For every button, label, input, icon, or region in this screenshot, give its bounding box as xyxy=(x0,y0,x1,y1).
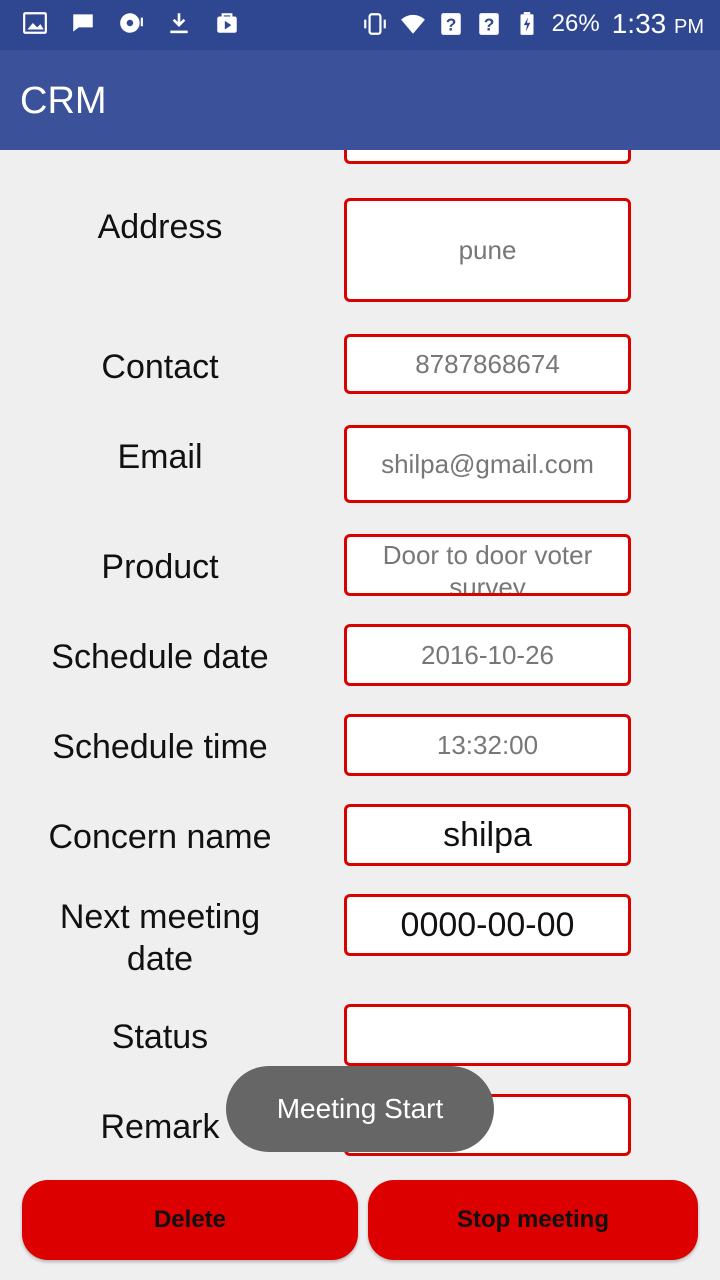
address-label: Address xyxy=(97,208,223,246)
contact-field[interactable]: 8787868674 xyxy=(344,334,631,394)
signal-unknown-icon: ? xyxy=(476,11,502,37)
svg-text:?: ? xyxy=(483,15,494,35)
schedule-date-field[interactable]: 2016-10-26 xyxy=(344,624,631,686)
app-bar: CRM xyxy=(0,50,720,150)
next-meeting-date-label-line1: Next meeting xyxy=(59,898,261,936)
battery-charging-icon xyxy=(514,11,540,37)
disc-icon xyxy=(118,10,144,36)
product-field[interactable]: Door to door voter survey xyxy=(344,534,631,596)
stop-meeting-button[interactable]: Stop meeting xyxy=(368,1180,698,1260)
schedule-date-label: Schedule date xyxy=(51,638,269,676)
previous-field[interactable] xyxy=(344,150,631,164)
next-meeting-date-field[interactable]: 0000-00-00 xyxy=(344,894,631,956)
schedule-time-label: Schedule time xyxy=(52,728,268,766)
email-label: Email xyxy=(117,438,203,476)
toast-message: Meeting Start xyxy=(226,1066,494,1152)
next-meeting-date-label: Next meeting date xyxy=(20,896,300,980)
clock: 1:33 PM xyxy=(612,8,704,40)
chat-icon xyxy=(70,10,96,36)
schedule-time-field[interactable]: 13:32:00 xyxy=(344,714,631,776)
form-scroll[interactable]: Address pune Contact 8787868674 Email sh… xyxy=(0,150,720,1180)
wifi-icon xyxy=(400,11,426,37)
delete-button[interactable]: Delete xyxy=(22,1180,358,1260)
download-icon xyxy=(166,10,192,36)
image-icon xyxy=(22,10,48,36)
svg-text:?: ? xyxy=(445,15,456,35)
battery-percent: 26% xyxy=(551,10,600,37)
clock-ampm: PM xyxy=(674,16,704,38)
email-field[interactable]: shilpa@gmail.com xyxy=(344,425,631,503)
status-bar: ? ? 26% 1:33 PM xyxy=(0,0,720,50)
clock-time: 1:33 xyxy=(611,8,667,39)
status-field[interactable] xyxy=(344,1004,631,1066)
store-icon xyxy=(214,10,240,36)
signal-unknown-icon: ? xyxy=(438,11,464,37)
next-meeting-date-label-line2: date xyxy=(126,940,194,978)
concern-name-label: Concern name xyxy=(48,818,272,856)
concern-name-field[interactable]: shilpa xyxy=(344,804,631,866)
status-label: Status xyxy=(111,1018,209,1056)
app-title: CRM xyxy=(20,80,107,122)
product-label: Product xyxy=(101,548,219,586)
contact-label: Contact xyxy=(101,348,219,386)
vibrate-icon xyxy=(362,11,388,37)
address-field[interactable]: pune xyxy=(344,198,631,302)
